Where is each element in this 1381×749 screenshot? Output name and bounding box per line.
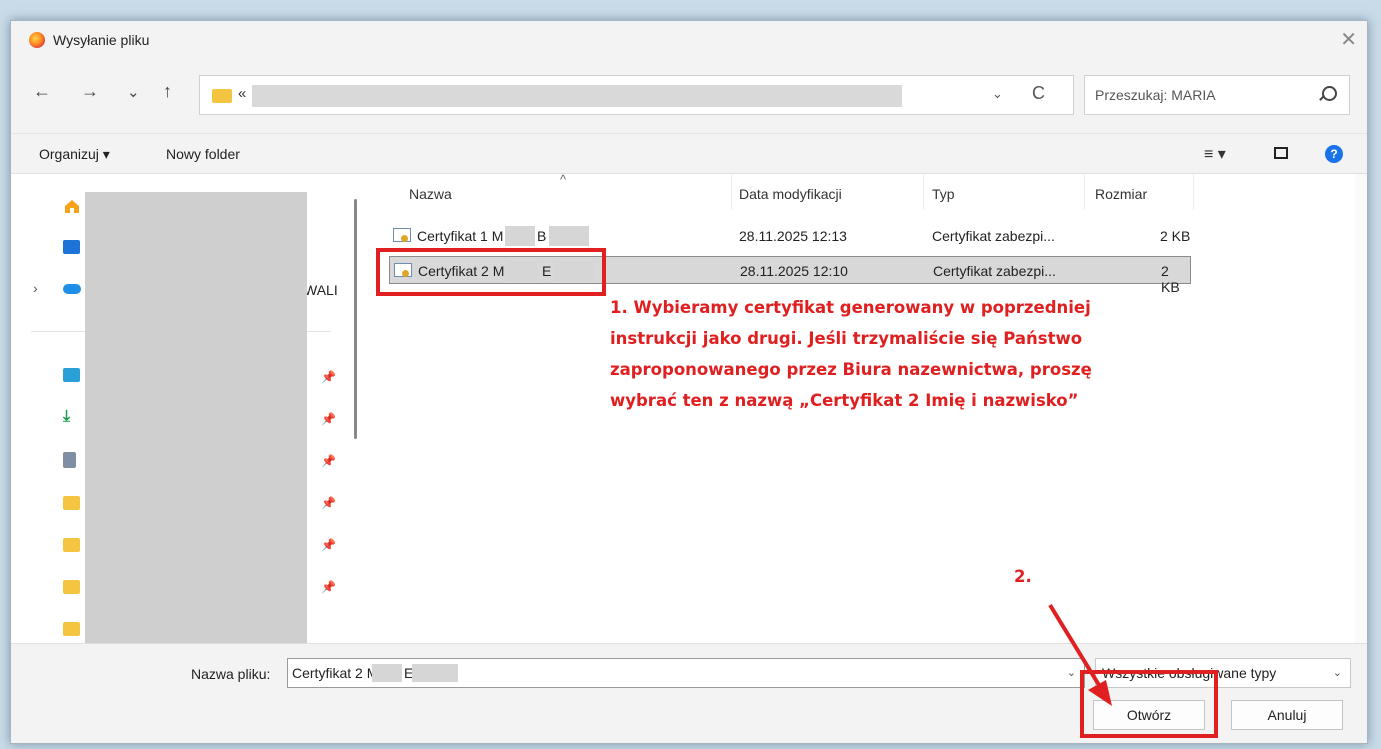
navigation-bar: ← → ⌄ ↑ « ⌄ C Przeszukaj: MARIA — [11, 61, 1367, 129]
folder-icon[interactable] — [63, 538, 80, 552]
file-date: 28.11.2025 12:13 — [739, 228, 847, 244]
documents-icon[interactable] — [63, 452, 76, 468]
up-arrow-icon[interactable]: ↑ — [163, 81, 172, 102]
file-size: 2 KB — [1161, 263, 1180, 295]
column-header-size[interactable]: Rozmiar — [1095, 186, 1147, 202]
pin-icon[interactable]: 📌 — [321, 412, 336, 426]
filename-value: Certyfikat 2 M — [292, 665, 379, 681]
annotation-step1-line: 1. Wybieramy certyfikat generowany w pop… — [610, 298, 1091, 317]
recent-locations-chevron-icon[interactable]: ⌄ — [127, 83, 140, 101]
annotation-step1-line: zaproponowanego przez Biura nazewnictwa,… — [610, 360, 1092, 379]
help-icon[interactable]: ? — [1325, 145, 1343, 163]
filename-history-chevron-icon[interactable]: ⌄ — [1067, 666, 1076, 679]
annotation-highlight-file — [376, 248, 606, 296]
address-path-redacted — [252, 85, 902, 107]
file-date: 28.11.2025 12:10 — [740, 263, 848, 279]
back-arrow-icon[interactable]: ← — [33, 81, 51, 102]
redacted-text — [372, 664, 402, 682]
filename-label: Nazwa pliku: — [191, 666, 271, 682]
sidebar-item-wali-label[interactable]: WALI — [304, 282, 338, 298]
column-header-name[interactable]: Nazwa — [409, 186, 452, 202]
folder-icon — [212, 89, 232, 103]
redacted-text — [505, 226, 535, 246]
annotation-step1-line: wybrać ten z nazwą „Certyfikat 2 Imię i … — [610, 391, 1079, 410]
sort-ascending-icon: ^ — [560, 172, 567, 187]
search-placeholder: Przeszukaj: MARIA — [1095, 87, 1216, 103]
column-separator[interactable] — [1193, 174, 1194, 210]
downloads-icon[interactable]: ⤓ — [63, 409, 80, 425]
desktop-icon[interactable] — [63, 368, 80, 382]
organize-menu-button[interactable]: Organizuj ▾ — [39, 146, 110, 163]
pin-icon[interactable]: 📌 — [321, 496, 336, 510]
chevron-down-icon: ⌄ — [1332, 667, 1342, 679]
forward-arrow-icon[interactable]: → — [81, 81, 99, 102]
address-prefix: « — [238, 85, 247, 102]
folder-icon[interactable] — [63, 580, 80, 594]
annotation-step1: 1. Wybieramy certyfikat generowany w pop… — [610, 292, 1210, 416]
onedrive-cloud-icon[interactable] — [63, 284, 81, 294]
address-bar[interactable]: « ⌄ C — [199, 75, 1074, 115]
file-size: 2 KB — [1160, 228, 1191, 244]
pin-icon[interactable]: 📌 — [321, 580, 336, 594]
view-options-icon[interactable]: ≡ ▾ — [1204, 144, 1226, 164]
title-bar: Wysyłanie pliku ✕ — [11, 21, 1367, 59]
folder-icon[interactable] — [63, 496, 80, 510]
pin-icon[interactable]: 📌 — [321, 454, 336, 468]
refresh-icon[interactable]: C — [1032, 83, 1045, 104]
search-input[interactable]: Przeszukaj: MARIA — [1084, 75, 1350, 115]
gallery-icon[interactable] — [63, 240, 80, 254]
sidebar-redacted-area — [85, 192, 307, 644]
annotation-highlight-open-button — [1080, 670, 1218, 738]
certificate-file-icon — [393, 228, 411, 242]
expand-chevron-icon[interactable]: › — [33, 280, 38, 296]
column-separator[interactable] — [1084, 174, 1085, 210]
column-header-date[interactable]: Data modyfikacji — [739, 186, 842, 202]
file-row[interactable]: Certyfikat 1 M B 28.11.2025 12:13 Certyf… — [389, 222, 1191, 250]
sidebar-scrollbar[interactable] — [354, 199, 357, 439]
home-icon[interactable] — [63, 198, 80, 213]
folder-icon[interactable] — [63, 622, 80, 636]
redacted-text — [412, 664, 458, 682]
address-history-chevron-icon[interactable]: ⌄ — [992, 86, 1003, 102]
file-list-scroll-track[interactable] — [1355, 174, 1367, 644]
file-name: Certyfikat 1 M — [417, 228, 504, 244]
firefox-icon — [29, 32, 45, 48]
window-title: Wysyłanie pliku — [53, 32, 150, 48]
cancel-button[interactable]: Anuluj — [1231, 700, 1343, 730]
preview-pane-icon[interactable] — [1274, 147, 1288, 159]
annotation-step1-line: instrukcji jako drugi. Jeśli trzymaliści… — [610, 329, 1083, 348]
column-header-type[interactable]: Typ — [932, 186, 955, 202]
filename-input[interactable]: Certyfikat 2 M E ⌄ — [287, 658, 1085, 688]
command-toolbar: Organizuj ▾ Nowy folder ≡ ▾ ? — [11, 133, 1367, 174]
annotation-step2: 2. — [1014, 567, 1032, 586]
pin-icon[interactable]: 📌 — [321, 370, 336, 384]
pin-icon[interactable]: 📌 — [321, 538, 336, 552]
navigation-pane: › WALI ⤓ 📌 📌 📌 📌 📌 📌 — [11, 174, 357, 644]
file-type: Certyfikat zabezpi... — [933, 263, 1056, 279]
column-separator[interactable] — [923, 174, 924, 210]
file-type: Certyfikat zabezpi... — [932, 228, 1055, 244]
redacted-text — [549, 226, 589, 246]
close-icon[interactable]: ✕ — [1340, 27, 1357, 52]
new-folder-button[interactable]: Nowy folder — [166, 146, 240, 162]
search-icon[interactable] — [1322, 86, 1337, 101]
column-separator[interactable] — [731, 174, 732, 210]
file-name-initial: B — [537, 228, 547, 244]
